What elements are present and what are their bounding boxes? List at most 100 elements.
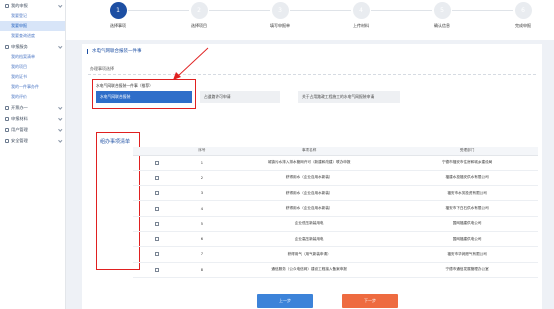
step-label: 完成申报 — [515, 23, 531, 28]
table-header-index: 序号 — [181, 147, 223, 156]
row-matter-name: 企业低压新装用电 — [222, 216, 397, 232]
step-3: 3 填写申报单 — [250, 0, 310, 29]
step-label: 确认信息 — [434, 23, 450, 28]
table-row: 8 通信服务（公众电信网）建设工程接入备案申报 宁德市通信发展管理办公室 — [133, 262, 538, 278]
sidebar-item[interactable]: 我的档案清单 — [0, 52, 65, 62]
menu-icon — [5, 138, 9, 143]
page-title: 水电气网联合报装一件事 — [87, 49, 142, 54]
sidebar-item[interactable]: 我的一件事办件 — [0, 82, 65, 92]
chevron-down-icon — [57, 3, 62, 8]
table-header-name: 事项名称 — [222, 147, 397, 156]
table-header-checkbox — [133, 147, 182, 156]
chevron-down-icon — [57, 105, 62, 110]
row-matter-name: 城镇污水排入排水管网许可（新建和改建）联办申报 — [222, 155, 397, 171]
row-department: 国网福建供电公司 — [396, 231, 538, 248]
sidebar-item[interactable]: 我要查询进度 — [0, 31, 65, 41]
sidebar-group[interactable]: 安全管理 — [0, 135, 65, 146]
row-index: 3 — [181, 185, 223, 202]
chevron-down-icon — [57, 138, 62, 143]
row-checkbox[interactable] — [155, 160, 160, 165]
row-checkbox-cell — [133, 185, 182, 202]
annotation-arrow-icon — [173, 47, 209, 80]
row-index: 1 — [181, 155, 223, 171]
row-checkbox[interactable] — [155, 175, 160, 180]
table-row: 5 企业低压新装用电 国网福建供电公司 — [133, 216, 538, 232]
table-header-dept: 受理部门 — [396, 147, 538, 156]
row-checkbox[interactable] — [155, 206, 160, 211]
menu-icon — [5, 127, 9, 132]
table-row: 2 获得用水（企业自用水新装） 福建水投福安供水有限公司 — [133, 170, 538, 187]
list-title: 组办事项清单 — [100, 139, 131, 145]
row-department: 福安市下白石供水有限公司 — [396, 200, 538, 217]
main-panel: 水电气网联合报装一件事 办理事项选择 水电气网联合报装一件事（推荐） 水电气网联… — [82, 44, 542, 309]
sidebar-group-label: 开票办一 — [11, 104, 28, 110]
row-department: 福建水投福安供水有限公司 — [396, 170, 538, 187]
section-label: 办理事项选择 — [90, 66, 114, 71]
row-index: 5 — [181, 216, 223, 232]
next-step-button[interactable]: 下一步 — [342, 294, 398, 308]
step-number: 4 — [352, 2, 370, 19]
step-number: 1 — [109, 2, 127, 19]
row-index: 6 — [181, 231, 223, 248]
sidebar-group[interactable]: 我的申报 — [0, 0, 65, 11]
step-4: 4 上传材料 — [331, 0, 391, 29]
table-row: 1 城镇污水排入排水管网许可（新建和改建）联办申报 宁德市福安市住房和城乡建设局 — [133, 155, 538, 171]
step-6: 6 完成申报 — [493, 0, 553, 29]
row-department: 福安市水务投资有限公司 — [396, 185, 538, 202]
sidebar-item[interactable]: 我要登记 — [0, 11, 65, 21]
row-checkbox-cell — [133, 246, 182, 263]
row-checkbox[interactable] — [155, 267, 160, 272]
option-road-construction[interactable]: 关于占用路政工程施工的水电气网报装申请 — [298, 91, 400, 103]
row-checkbox-cell — [133, 200, 182, 217]
row-checkbox-cell — [133, 216, 182, 232]
sidebar-group[interactable]: 申报材料 — [0, 113, 65, 124]
row-checkbox-cell — [133, 262, 182, 278]
step-1: 1 选择事项 — [88, 0, 148, 29]
sidebar-item[interactable]: 我的证书 — [0, 72, 65, 82]
table-row: 6 企业高压新装用电 国网福建供电公司 — [133, 231, 538, 248]
row-checkbox[interactable] — [155, 237, 160, 242]
sidebar-group[interactable]: 开票办一 — [0, 102, 65, 113]
row-index: 8 — [181, 262, 223, 278]
row-matter-name: 获得用水（企业自用水新装） — [222, 185, 397, 202]
row-matter-name: 获得用气（用气新装申请） — [222, 246, 397, 263]
row-checkbox-cell — [133, 231, 182, 248]
row-department: 宁德市通信发展管理办公室 — [396, 262, 538, 278]
row-checkbox-cell — [133, 170, 182, 187]
sidebar-group[interactable]: 申报服务 — [0, 41, 65, 52]
sidebar-group-label: 申报材料 — [11, 115, 28, 121]
row-checkbox[interactable] — [155, 252, 160, 257]
row-matter-name: 企业高压新装用电 — [222, 231, 397, 248]
prev-step-button[interactable]: 上一步 — [257, 294, 313, 308]
option-road-permit[interactable]: 占道路许可申请 — [200, 91, 280, 103]
row-department: 国网福建供电公司 — [396, 216, 538, 232]
row-index: 2 — [181, 170, 223, 187]
row-department: 宁德市福安市住房和城乡建设局 — [396, 155, 538, 171]
chevron-down-icon — [57, 44, 62, 49]
menu-icon — [5, 116, 9, 121]
step-label: 选择事项 — [110, 23, 126, 28]
menu-icon — [5, 3, 9, 8]
step-label: 选择项目 — [191, 23, 207, 28]
row-index: 7 — [181, 246, 223, 263]
sidebar-group-label: 用户管理 — [11, 126, 28, 132]
row-checkbox[interactable] — [155, 191, 160, 196]
row-checkbox-cell — [133, 155, 182, 171]
row-department: 福安市华润燃气有限公司 — [396, 246, 538, 263]
row-index: 4 — [181, 200, 223, 217]
row-checkbox[interactable] — [155, 221, 160, 226]
step-5: 5 确认信息 — [412, 0, 472, 29]
sidebar-group-label: 申报服务 — [11, 43, 28, 49]
sidebar-item[interactable]: 我的项目 — [0, 62, 65, 72]
table-row: 7 获得用气（用气新装申请） 福安市华润燃气有限公司 — [133, 246, 538, 263]
step-label: 上传材料 — [353, 23, 369, 28]
sidebar: 我的申报 我要登记 我要申报 我要查询进度申报服务我的档案清单 我的项目 我的证书 我的一件… — [0, 0, 66, 309]
sidebar-group[interactable]: 用户管理 — [0, 124, 65, 135]
sidebar-item[interactable]: 我要申报 — [0, 21, 65, 31]
progress-stepper: 1 选择事项 2 选择项目 3 填写申报单 4 上传材料 5 确认信息 6 完成申报 — [66, 0, 554, 40]
sidebar-item[interactable]: 我的评价 — [0, 92, 65, 102]
step-number: 6 — [514, 2, 532, 19]
option-selected[interactable]: 水电气网联合报装 — [96, 91, 192, 103]
step-number: 3 — [271, 2, 289, 19]
step-number: 2 — [190, 2, 208, 19]
